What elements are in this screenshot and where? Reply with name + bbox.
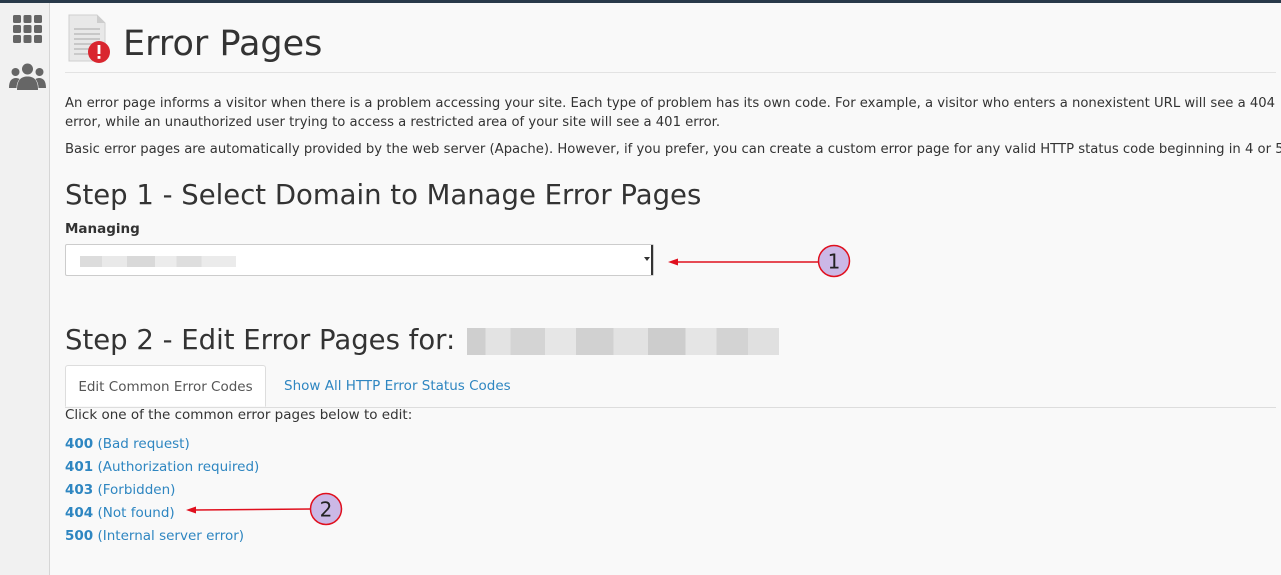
error-code: 400 — [65, 436, 94, 452]
chevron-down-icon[interactable] — [644, 257, 650, 261]
error-desc: (Authorization required) — [97, 459, 260, 475]
error-link-400[interactable]: 400 (Bad request) — [65, 435, 259, 458]
domain-select[interactable] — [65, 244, 654, 276]
error-link-403[interactable]: 403 (Forbidden) — [65, 481, 259, 504]
step2-heading: Step 2 - Edit Error Pages for: — [65, 324, 456, 356]
error-link-401[interactable]: 401 (Authorization required) — [65, 458, 259, 481]
error-code: 401 — [65, 459, 94, 475]
intro-paragraph-2: Basic error pages are automatically prov… — [65, 142, 1281, 157]
error-desc: (Bad request) — [97, 436, 190, 452]
tab-bar: Edit Common Error Codes Show All HTTP Er… — [65, 365, 1276, 408]
title-divider — [65, 72, 1276, 73]
users-icon[interactable] — [9, 63, 46, 91]
step1-heading: Step 1 - Select Domain to Manage Error P… — [65, 179, 702, 211]
error-code: 500 — [65, 528, 94, 544]
error-desc: (Not found) — [97, 505, 175, 521]
step2-domain-redacted — [467, 328, 779, 355]
select-edge — [651, 245, 653, 275]
domain-select-value-redacted — [80, 256, 236, 267]
error-link-404[interactable]: 404 (Not found) — [65, 504, 259, 527]
managing-label: Managing — [65, 221, 140, 237]
grid-icon[interactable] — [13, 15, 42, 43]
error-desc: (Forbidden) — [97, 482, 176, 498]
tab-show-all-http-error-codes[interactable]: Show All HTTP Error Status Codes — [270, 365, 525, 407]
main-content: Error Pages An error page informs a visi… — [65, 0, 1281, 575]
error-page-icon — [68, 14, 110, 63]
sidebar — [0, 3, 50, 575]
error-code: 404 — [65, 505, 94, 521]
tab-edit-common-error-codes[interactable]: Edit Common Error Codes — [65, 365, 266, 407]
error-desc: (Internal server error) — [97, 528, 245, 544]
page-title: Error Pages — [123, 24, 323, 64]
error-link-500[interactable]: 500 (Internal server error) — [65, 527, 259, 550]
instruction-text: Click one of the common error pages belo… — [65, 407, 413, 423]
intro-paragraph: An error page informs a visitor when the… — [65, 96, 1276, 130]
error-code-list: 400 (Bad request) 401 (Authorization req… — [65, 435, 259, 550]
error-code: 403 — [65, 482, 94, 498]
